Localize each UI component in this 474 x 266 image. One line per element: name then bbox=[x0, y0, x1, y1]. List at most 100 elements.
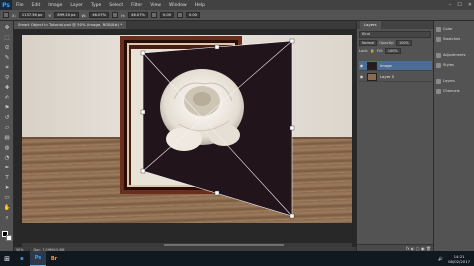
menu-edit[interactable]: Edit bbox=[28, 3, 45, 8]
dock-swatches[interactable]: Swatches bbox=[436, 35, 474, 43]
path-select-tool-icon[interactable]: ➤ bbox=[3, 185, 11, 192]
document-canvas[interactable] bbox=[14, 29, 356, 247]
blur-tool-icon[interactable]: ◍ bbox=[3, 145, 11, 152]
menu-help[interactable]: Help bbox=[191, 3, 209, 8]
clock[interactable]: 14:21 08/02/2017 bbox=[448, 254, 470, 264]
start-button[interactable]: ⊞ bbox=[0, 251, 14, 266]
system-tray: 🔊 14:21 08/02/2017 bbox=[438, 251, 470, 266]
width-field[interactable]: 46.07% bbox=[89, 12, 110, 18]
clock-date: 08/02/2017 bbox=[448, 258, 470, 264]
styles-icon bbox=[436, 62, 441, 68]
height-field[interactable]: 46.07% bbox=[128, 12, 148, 18]
color-icon bbox=[436, 26, 441, 32]
document-tab[interactable]: Smart Object In Tutorial.psd @ 50% (Imag… bbox=[14, 21, 127, 29]
dock-label: Channels bbox=[443, 89, 460, 93]
transform-overlay bbox=[140, 38, 295, 219]
dock-channels[interactable]: Channels bbox=[436, 87, 474, 95]
dock-label: Styles bbox=[443, 63, 454, 67]
angle-field[interactable]: 0.00 bbox=[159, 12, 174, 18]
taskbar-browser[interactable]: e bbox=[14, 251, 30, 266]
layer-row-image[interactable]: ◉ Image bbox=[359, 61, 432, 71]
tab-layers[interactable]: Layers bbox=[360, 21, 381, 29]
fill-field[interactable]: 100% bbox=[384, 47, 401, 54]
photoshop-window: Ps File Edit Image Layer Type Select Fil… bbox=[0, 0, 474, 266]
dock-color[interactable]: Color bbox=[436, 25, 474, 33]
gradient-tool-icon[interactable]: ▤ bbox=[3, 135, 11, 142]
speaker-icon[interactable]: 🔊 bbox=[438, 256, 443, 261]
crop-tool-icon[interactable]: ⌗ bbox=[3, 65, 11, 72]
menu-window[interactable]: Window bbox=[165, 3, 191, 8]
zoom-tool-icon[interactable]: ⌕ bbox=[3, 215, 11, 222]
type-tool-icon[interactable]: T bbox=[3, 175, 11, 182]
dock-styles[interactable]: Styles bbox=[436, 61, 474, 69]
layers-panel-footer[interactable]: fx ◐ ▢ ▣ 🗑 bbox=[357, 244, 434, 251]
healing-tool-icon[interactable]: ✚ bbox=[3, 85, 11, 92]
menu-image[interactable]: Image bbox=[44, 3, 66, 8]
channels-icon bbox=[436, 88, 441, 94]
marquee-tool-icon[interactable]: ⬚ bbox=[3, 35, 11, 42]
shape-tool-icon[interactable]: ▭ bbox=[3, 195, 11, 202]
skew-icon[interactable] bbox=[176, 12, 183, 18]
dodge-tool-icon[interactable]: ◔ bbox=[3, 155, 11, 162]
hand-tool-icon[interactable]: ✋ bbox=[3, 205, 11, 212]
layer-name: Image bbox=[380, 63, 392, 68]
layer-thumbnail bbox=[367, 72, 377, 81]
document-tab-strip: Smart Object In Tutorial.psd @ 50% (Imag… bbox=[14, 21, 356, 29]
transform-handle-right[interactable] bbox=[289, 125, 295, 131]
transform-handle-bottom[interactable] bbox=[214, 190, 220, 196]
stamp-tool-icon[interactable]: ⚑ bbox=[3, 105, 11, 112]
transform-handle-left[interactable] bbox=[140, 109, 146, 115]
close-icon[interactable]: ✕ bbox=[468, 2, 472, 8]
eyedropper-tool-icon[interactable]: ⚲ bbox=[3, 75, 11, 82]
opacity-field[interactable]: 100% bbox=[396, 39, 413, 46]
options-bar: X: 1137.36 px Y: 899.20 px W: 46.07% H: … bbox=[0, 10, 474, 21]
dock-adjustments[interactable]: Adjustments bbox=[436, 51, 474, 59]
panel-dock: Color Swatches Adjustments Styles Layers… bbox=[433, 21, 474, 251]
layer-row-layer-0[interactable]: ◉ Layer 0 bbox=[359, 72, 432, 82]
transform-handle-bottom-left[interactable] bbox=[140, 168, 146, 174]
h-skew-field[interactable]: 0.00 bbox=[185, 12, 200, 18]
reference-point-icon[interactable] bbox=[3, 12, 9, 18]
transform-handle-top-left[interactable] bbox=[140, 50, 146, 56]
lock-label: Lock: bbox=[359, 48, 369, 53]
eye-icon[interactable]: ◉ bbox=[359, 63, 364, 68]
y-field[interactable]: 899.20 px bbox=[54, 12, 79, 18]
layer-filter-select[interactable]: Kind bbox=[359, 31, 431, 38]
brush-tool-icon[interactable]: ✍ bbox=[3, 95, 11, 102]
layer-name: Layer 0 bbox=[380, 74, 395, 79]
menu-file[interactable]: File bbox=[12, 3, 28, 8]
menu-filter[interactable]: Filter bbox=[127, 3, 146, 8]
maximize-icon[interactable]: ☐ bbox=[457, 2, 461, 8]
transform-handle-top[interactable] bbox=[214, 44, 220, 50]
blend-row: Normal Opacity: 100% bbox=[359, 39, 431, 46]
background-color-swatch[interactable] bbox=[6, 235, 12, 241]
move-tool-icon[interactable]: ✥ bbox=[3, 25, 11, 32]
horizontal-scroll-thumb[interactable] bbox=[164, 244, 284, 246]
rotate-icon[interactable] bbox=[150, 12, 157, 18]
menu-type[interactable]: Type bbox=[87, 3, 105, 8]
taskbar-photoshop[interactable]: Ps bbox=[30, 251, 46, 266]
photoshop-logo: Ps bbox=[0, 0, 12, 10]
taskbar-bridge[interactable]: Br bbox=[46, 251, 62, 266]
x-field[interactable]: 1137.36 px bbox=[18, 12, 46, 18]
flower-image bbox=[160, 69, 244, 151]
transform-handle-bottom-right[interactable] bbox=[289, 213, 295, 219]
menu-select[interactable]: Select bbox=[105, 3, 127, 8]
menu-layer[interactable]: Layer bbox=[66, 3, 87, 8]
link-icon[interactable] bbox=[112, 12, 119, 18]
lock-row: Lock: 🔒 Fill: 100% bbox=[359, 47, 431, 54]
eye-icon[interactable]: ◉ bbox=[359, 74, 364, 79]
eraser-tool-icon[interactable]: ▱ bbox=[3, 125, 11, 132]
x-label: X: bbox=[12, 12, 16, 18]
blend-mode-select[interactable]: Normal bbox=[359, 39, 378, 46]
pen-tool-icon[interactable]: ✒ bbox=[3, 165, 11, 172]
quick-select-tool-icon[interactable]: ✎ bbox=[3, 55, 11, 62]
dock-layers[interactable]: Layers bbox=[436, 77, 474, 85]
lock-icon[interactable]: 🔒 bbox=[370, 49, 374, 53]
lasso-tool-icon[interactable]: ᘓ bbox=[3, 45, 11, 52]
layers-icon bbox=[436, 78, 441, 84]
menu-view[interactable]: View bbox=[146, 3, 165, 8]
transform-handle-top-right[interactable] bbox=[289, 38, 295, 44]
minimize-icon[interactable]: – bbox=[449, 2, 452, 8]
history-brush-tool-icon[interactable]: ↺ bbox=[3, 115, 11, 122]
